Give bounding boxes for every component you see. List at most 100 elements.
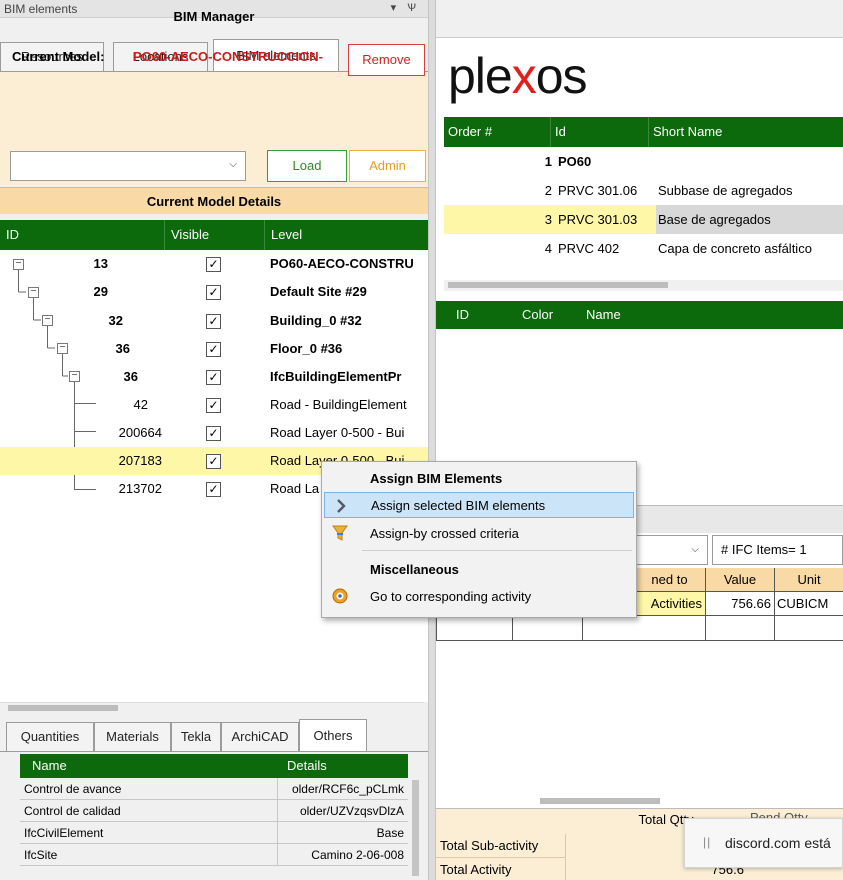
order-number: 3 <box>544 212 552 227</box>
property-details: older/UZVzqsvDlzA <box>299 804 404 818</box>
tree-row-level: IfcBuildingElementPr <box>270 369 402 384</box>
column-header-visible[interactable]: Visible <box>164 220 264 250</box>
bim-manager-title: BIM Manager <box>173 9 255 24</box>
column-header-name[interactable]: Name <box>32 754 232 778</box>
tree-row-level: Default Site #29 <box>270 284 367 299</box>
column-header-id[interactable]: ID <box>456 301 496 329</box>
table-row-selected[interactable]: 3 PRVC 301.03 Base de agregados <box>444 205 843 234</box>
order-number: 1 <box>544 154 552 169</box>
scrollbar-thumb[interactable] <box>448 282 668 288</box>
scrollbar-thumb[interactable] <box>412 780 419 876</box>
tab-others[interactable]: Others <box>299 719 367 751</box>
tree-row[interactable]: 36 ✓ Floor_0 #36 <box>0 335 428 363</box>
column-header-short-name[interactable]: Short Name <box>648 117 843 147</box>
menu-item-label: Assign selected BIM elements <box>371 498 546 513</box>
menu-item-go-to-activity[interactable]: Go to corresponding activity <box>324 584 634 610</box>
menu-separator <box>362 550 632 551</box>
chevron-down-icon: ⌵ <box>691 544 699 555</box>
tree-row[interactable]: 29 ✓ Default Site #29 <box>0 278 428 306</box>
filter-icon <box>332 525 348 541</box>
total-activity-label: Total Activity <box>436 858 566 880</box>
property-name: Control de avance <box>20 778 278 800</box>
column-header-assigned-to[interactable]: ned to <box>633 568 705 592</box>
current-model-value: PO60-AECO-CONSTRUCCION- <box>133 49 323 64</box>
order-number: 2 <box>544 183 552 198</box>
column-header-value[interactable]: Value <box>705 568 774 592</box>
tree-row[interactable]: 42 ✓ Road - BuildingElement <box>0 391 428 419</box>
list-item[interactable]: Control de calidad older/UZVzqsvDlzA <box>20 800 408 822</box>
property-name: IfcCivilElement <box>20 822 278 844</box>
browser-notification-toast[interactable]: || discord.com está <box>684 818 843 868</box>
panel-splitter[interactable] <box>428 0 436 880</box>
visible-checkbox[interactable]: ✓ <box>206 257 221 272</box>
order-number: 4 <box>544 241 552 256</box>
menu-item-assign-crossed[interactable]: Assign-by crossed criteria <box>324 521 634 547</box>
scrollbar-thumb[interactable] <box>540 798 660 804</box>
activity-short-name <box>656 147 843 176</box>
order-table-header: Order # Id Short Name <box>444 117 843 147</box>
remove-button[interactable]: Remove <box>348 44 425 76</box>
tab-materials[interactable]: Materials <box>94 722 171 751</box>
table-row[interactable]: 4 PRVC 402 Capa de concreto asfáltico <box>444 234 843 263</box>
tree-row-level: Road Layer 0-500 - Bui <box>270 425 405 440</box>
plexos-logo: plexos <box>448 48 588 104</box>
list-item[interactable]: Control de avance older/RCF6c_pCLmk <box>20 778 408 800</box>
column-header-details[interactable]: Details <box>287 754 387 778</box>
order-table-horizontal-scrollbar[interactable] <box>444 280 843 291</box>
table-cell <box>774 616 843 640</box>
column-header-unit[interactable]: Unit <box>774 568 843 592</box>
activity-id: PRVC 301.03 <box>558 212 638 227</box>
activity-short-name: Subbase de agregados <box>658 183 793 198</box>
assigned-to-cell: Activities <box>633 592 705 615</box>
tab-archicad[interactable]: ArchiCAD <box>221 722 299 751</box>
current-model-details-title: Current Model Details <box>0 187 428 214</box>
visible-checkbox[interactable]: ✓ <box>206 426 221 441</box>
column-header-id[interactable]: Id <box>550 117 648 147</box>
tree-row-id: 13 <box>93 256 108 271</box>
table-row[interactable] <box>436 616 843 641</box>
visible-checkbox[interactable]: ✓ <box>206 314 221 329</box>
pause-icon: || <box>703 835 712 849</box>
tab-quantities[interactable]: Quantities <box>6 722 94 751</box>
column-header-level[interactable]: Level <box>264 220 428 250</box>
tree-row-id: 42 <box>133 397 148 412</box>
activity-id: PRVC 402 <box>558 241 620 256</box>
visible-checkbox[interactable]: ✓ <box>206 342 221 357</box>
right-horizontal-scrollbar[interactable] <box>540 796 840 806</box>
tree-horizontal-scrollbar[interactable] <box>0 702 424 713</box>
visible-checkbox[interactable]: ✓ <box>206 398 221 413</box>
others-vertical-scrollbar[interactable] <box>410 778 421 880</box>
menu-item-assign-selected[interactable]: Assign selected BIM elements <box>324 492 634 518</box>
table-row[interactable]: 1 PO60 <box>444 147 843 176</box>
admin-button[interactable]: Admin <box>349 150 426 182</box>
tree-row-id: 207183 <box>118 453 162 468</box>
tree-row[interactable]: 13 ✓ PO60-AECO-CONSTRU <box>0 250 428 278</box>
tree-row-id: 32 <box>108 313 123 328</box>
column-header-color[interactable]: Color <box>522 301 572 329</box>
visible-checkbox[interactable]: ✓ <box>206 285 221 300</box>
visible-checkbox[interactable]: ✓ <box>206 370 221 385</box>
activity-short-name: Base de agregados <box>656 205 843 234</box>
visible-checkbox[interactable]: ✓ <box>206 454 221 469</box>
model-select[interactable]: ⌵ <box>10 151 246 181</box>
tree-row-level: Building_0 #32 <box>270 313 362 328</box>
table-row[interactable]: 2 PRVC 301.06 Subbase de agregados <box>444 176 843 205</box>
tree-row[interactable]: 200664 ✓ Road Layer 0-500 - Bui <box>0 419 428 447</box>
column-header-name[interactable]: Name <box>586 301 646 329</box>
load-button[interactable]: Load <box>267 150 347 182</box>
column-header-id[interactable]: ID <box>0 220 164 250</box>
column-header-order[interactable]: Order # <box>444 117 550 147</box>
property-details: Camino 2-06-008 <box>311 848 404 862</box>
tree-row-id: 213702 <box>118 481 162 496</box>
activity-short-name: Capa de concreto asfáltico <box>658 241 812 256</box>
visible-checkbox[interactable]: ✓ <box>206 482 221 497</box>
list-item[interactable]: IfcCivilElement Base <box>20 822 408 844</box>
scrollbar-thumb[interactable] <box>8 705 118 711</box>
tree-row[interactable]: 32 ✓ Building_0 #32 <box>0 307 428 335</box>
toast-text: discord.com está <box>725 835 831 851</box>
tree-row[interactable]: 36 ✓ IfcBuildingElementPr <box>0 363 428 391</box>
total-sub-activity-label: Total Sub-activity <box>436 834 566 858</box>
tab-tekla[interactable]: Tekla <box>171 722 221 751</box>
list-item[interactable]: IfcSite Camino 2-06-008 <box>20 844 408 866</box>
table-cell <box>512 616 582 640</box>
